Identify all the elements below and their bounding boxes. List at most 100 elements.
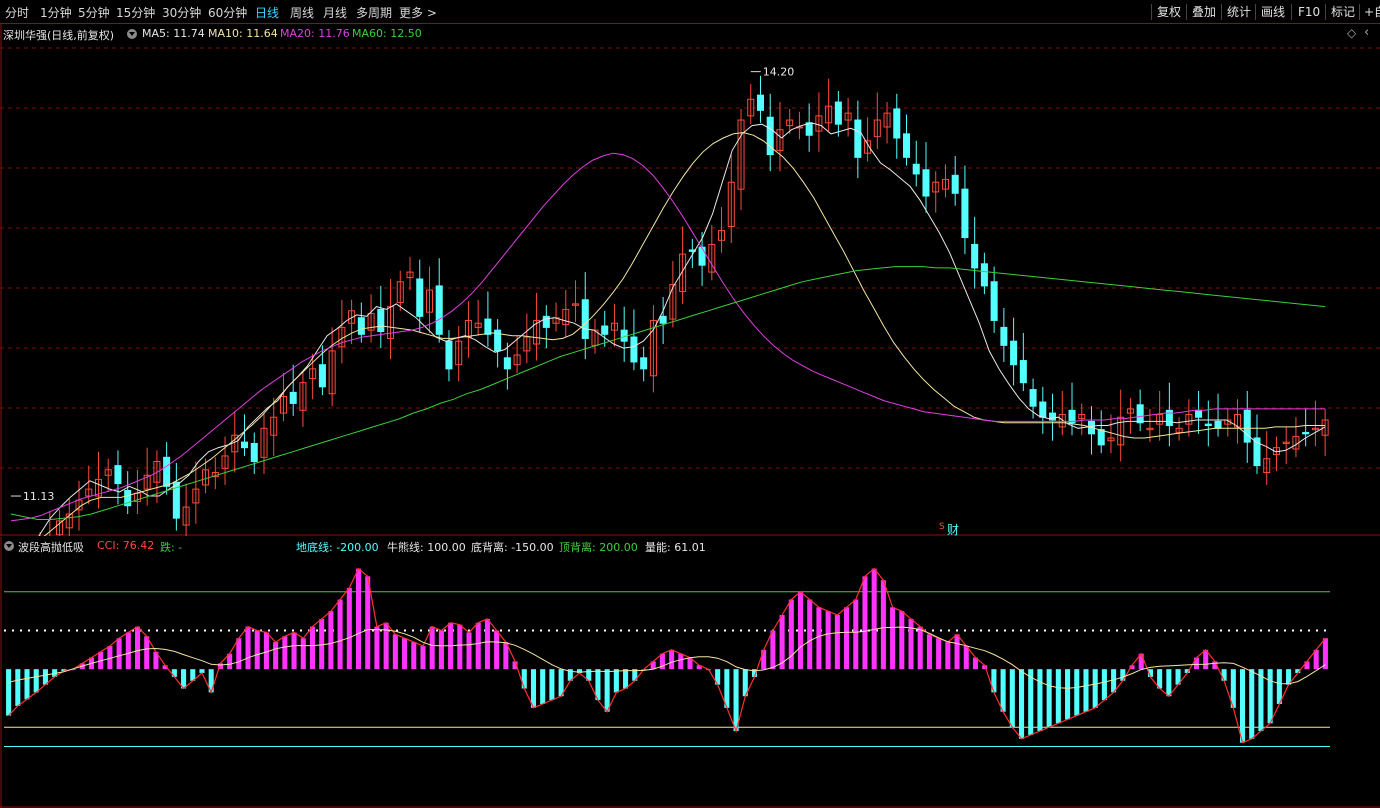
candle-body: [1039, 401, 1047, 418]
cci-bar: [457, 624, 463, 670]
cci-bar: [1083, 669, 1089, 712]
cci-bar: [1018, 669, 1025, 739]
tab-more[interactable]: 更多 >: [399, 4, 437, 21]
cci-bar: [963, 645, 969, 670]
candle-body: [834, 101, 842, 125]
cci-bar: [1009, 669, 1015, 728]
candle-body: [698, 246, 706, 266]
tab-daily[interactable]: 日线: [255, 4, 279, 21]
indicator-chart: [0, 537, 1380, 808]
cci-bar: [125, 632, 131, 670]
fuquan-button[interactable]: 复权: [1154, 3, 1184, 21]
cci-bar: [770, 630, 776, 670]
tab-5min[interactable]: 5分钟: [78, 4, 110, 21]
candle-body: [1029, 389, 1037, 407]
series-line-ma20: [10, 152, 1326, 522]
cci-bar: [613, 669, 619, 693]
finance-marker[interactable]: 财: [947, 521, 959, 538]
cci-bar: [374, 626, 380, 670]
f10-button[interactable]: F10: [1295, 3, 1323, 21]
series-line-ma60: [10, 266, 1326, 520]
tab-weekly[interactable]: 周线: [290, 4, 314, 21]
candle-body: [484, 318, 492, 335]
cci-bar: [402, 638, 408, 670]
toolbar-separator: [1291, 4, 1292, 20]
cci-bar: [355, 568, 362, 670]
cci-bar: [807, 599, 813, 670]
cci-bar: [540, 669, 546, 704]
cci-bar: [291, 632, 297, 670]
candle-body: [377, 308, 385, 333]
cci-bar: [144, 636, 150, 670]
cci-bar: [1055, 669, 1061, 724]
cci-bar: [282, 636, 288, 670]
add-custom-button[interactable]: +自: [1361, 3, 1380, 21]
cci-bar: [825, 611, 831, 670]
candle-body: [1136, 404, 1144, 424]
draw-line-button[interactable]: 画线: [1258, 3, 1288, 21]
cci-bar: [862, 576, 868, 670]
cci-bar: [116, 638, 122, 670]
toolbar-separator: [1151, 4, 1152, 20]
cci-bar: [254, 630, 260, 670]
mark-button[interactable]: 标记: [1328, 3, 1358, 21]
overlay-button[interactable]: 叠加: [1189, 3, 1219, 21]
cci-bar: [475, 622, 481, 670]
cci-bar: [171, 669, 177, 677]
cci-bar: [236, 638, 242, 670]
tab-multi-period[interactable]: 多周期: [356, 4, 392, 21]
cci-bar: [134, 626, 141, 670]
candle-body: [445, 340, 453, 370]
cci-bar: [24, 669, 30, 700]
cci-bar: [1166, 669, 1172, 697]
cci-bar: [273, 642, 279, 670]
cci-bar: [1239, 669, 1246, 743]
candle-body: [581, 299, 589, 339]
tab-monthly[interactable]: 月线: [323, 4, 347, 21]
candle-body: [163, 456, 171, 487]
candle-body: [114, 465, 122, 485]
tab-fenshi[interactable]: 分时: [5, 4, 29, 21]
cci-bar: [954, 634, 960, 670]
toolbar-separator: [1255, 4, 1256, 20]
cci-bar: [300, 638, 306, 670]
cci-bar: [309, 626, 316, 670]
max-price-label: 14.20: [763, 66, 795, 79]
candle-body: [971, 243, 979, 269]
tab-15min[interactable]: 15分钟: [116, 4, 155, 21]
cci-bar: [346, 587, 352, 670]
cci-bar: [623, 669, 629, 689]
cci-bar: [429, 626, 435, 670]
stats-button[interactable]: 统计: [1224, 3, 1254, 21]
cci-bar: [549, 669, 555, 701]
cci-bar: [438, 630, 444, 670]
tab-30min[interactable]: 30分钟: [162, 4, 201, 21]
tab-1min[interactable]: 1分钟: [40, 4, 72, 21]
cci-bar: [466, 632, 472, 670]
cci-bar: [926, 634, 932, 670]
candle-body: [1010, 340, 1018, 366]
cci-bar: [899, 611, 905, 670]
cci-bar: [1258, 669, 1264, 732]
energy-line: [8, 626, 1326, 689]
candle-body: [805, 122, 813, 136]
candle-body: [416, 278, 424, 317]
min-price-label: 11.13: [23, 490, 54, 503]
cci-bar: [853, 599, 859, 670]
cci-bar: [337, 599, 343, 670]
candle-body: [902, 133, 911, 158]
cci-bar: [1028, 669, 1034, 735]
cci-bar: [15, 669, 21, 706]
candle-body: [1000, 326, 1008, 346]
cci-bar: [411, 642, 417, 670]
cci-bar: [945, 642, 951, 670]
series-line-ma5: [38, 122, 1326, 536]
tab-60min[interactable]: 60分钟: [208, 4, 247, 21]
candle-body: [250, 443, 258, 462]
cci-bar: [761, 649, 767, 670]
cci-bar: [328, 611, 334, 670]
cci-bar: [530, 669, 537, 708]
candle-body: [601, 325, 609, 335]
cci-bar: [1249, 669, 1255, 739]
candle-body: [922, 169, 930, 197]
